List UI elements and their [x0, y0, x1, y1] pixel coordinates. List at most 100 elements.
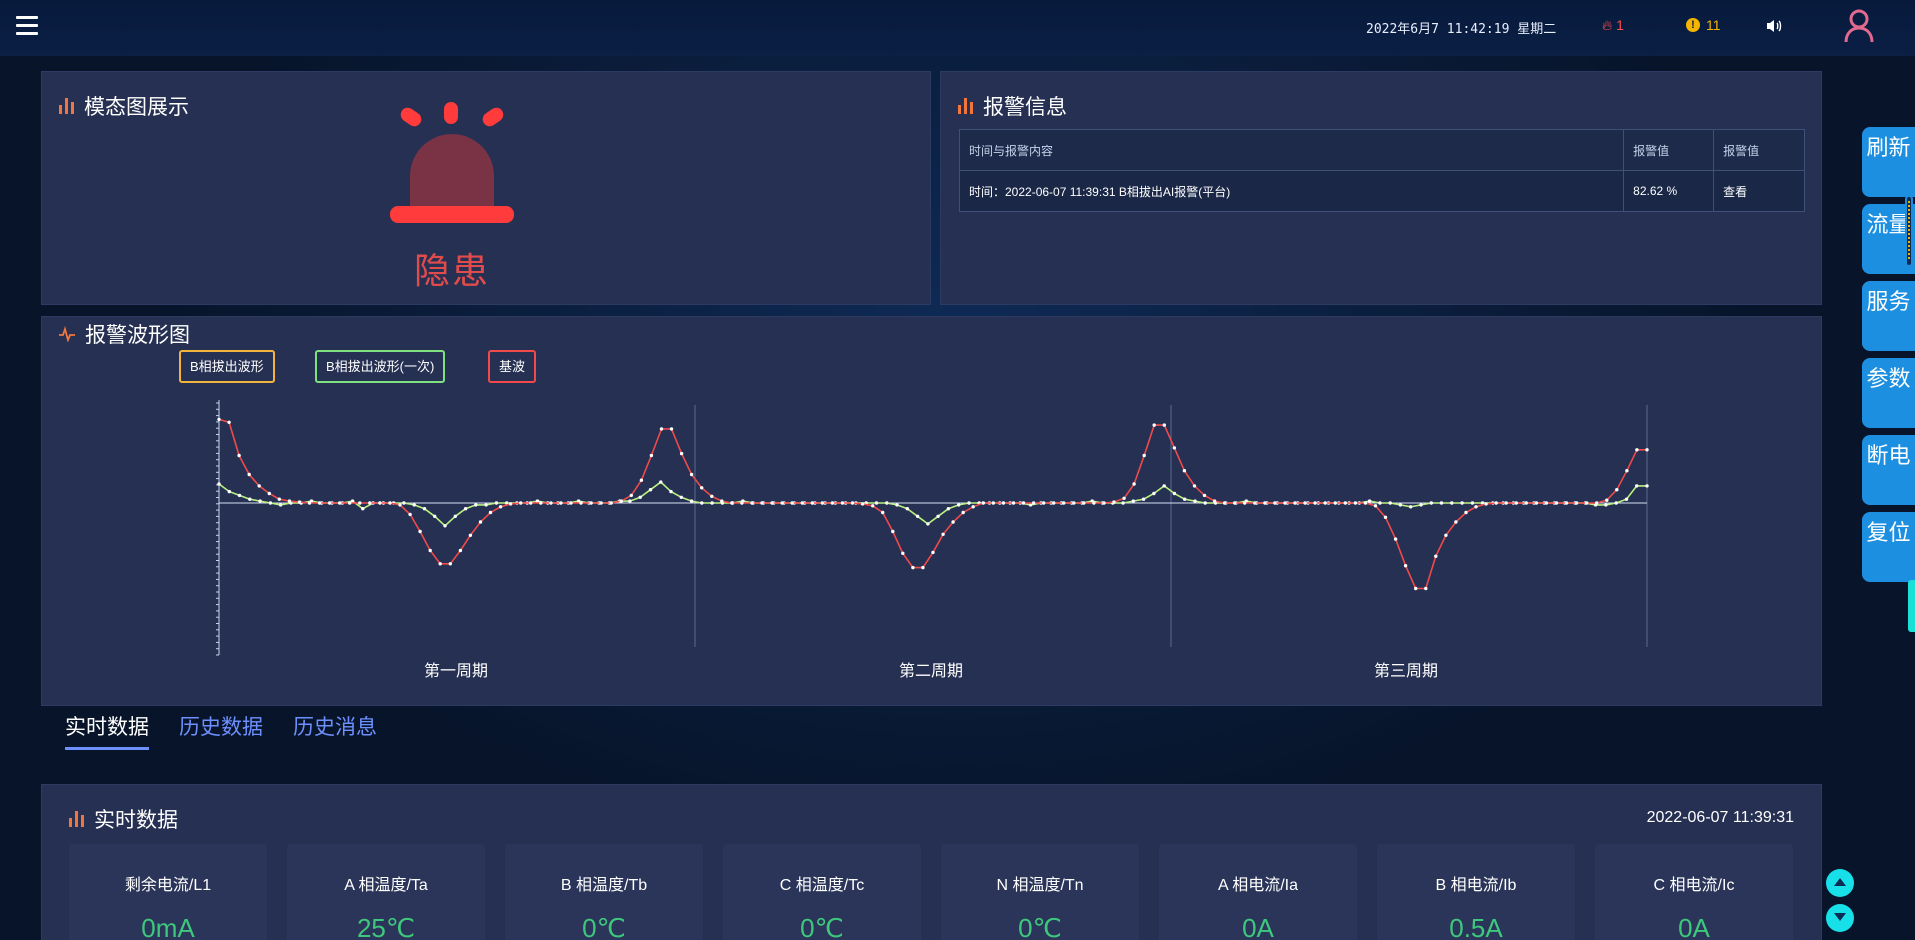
data-point — [217, 482, 221, 486]
view-link[interactable]: 查看 — [1713, 170, 1805, 212]
data-point — [901, 551, 905, 555]
data-point — [1102, 501, 1106, 505]
data-point — [850, 501, 855, 505]
data-point — [1398, 503, 1403, 507]
metric-value: 0.5A — [1449, 913, 1503, 940]
metric-value: 25℃ — [356, 913, 416, 940]
data-point — [327, 501, 332, 505]
metric-card: A 相温度/Ta 25℃ — [287, 844, 485, 940]
metric-value: 0℃ — [1018, 913, 1062, 940]
data-point — [921, 565, 925, 570]
data-point — [891, 529, 895, 534]
data-point — [750, 501, 754, 505]
params-button[interactable]: 参数 — [1862, 358, 1915, 428]
data-point — [1383, 515, 1388, 519]
data-point — [443, 524, 447, 528]
warn-count: 11 — [1706, 17, 1721, 33]
data-point — [1011, 501, 1016, 505]
scroll-down-button[interactable] — [1826, 904, 1854, 932]
data-point — [1564, 501, 1569, 505]
data-point — [1041, 501, 1046, 505]
alarm-value: 82.62 % — [1623, 170, 1715, 212]
data-point — [1450, 501, 1454, 505]
data-point — [428, 548, 432, 553]
modal-panel: 模态图展示 隐患 — [41, 71, 931, 305]
user-icon[interactable] — [1843, 9, 1875, 48]
data-point — [348, 501, 352, 505]
data-point — [418, 529, 422, 534]
warning-counter[interactable]: ! 11 — [1686, 17, 1721, 33]
data-point — [1393, 537, 1398, 541]
realtime-panel-title: 实时数据 — [69, 804, 178, 834]
data-point — [1121, 501, 1125, 505]
data-point — [628, 499, 632, 503]
data-point — [669, 427, 674, 431]
data-point — [649, 453, 654, 458]
metric-label: B 相温度/Tb — [560, 877, 648, 894]
data-point — [1363, 501, 1368, 505]
tab-history-messages[interactable]: 历史消息 — [293, 711, 377, 750]
data-point — [760, 501, 764, 505]
data-point — [1645, 484, 1649, 488]
data-point — [1243, 501, 1247, 505]
data-point — [1409, 505, 1413, 509]
metric-card: 剩余电流/L1 0mA — [69, 844, 267, 940]
data-point — [1313, 501, 1317, 505]
data-point — [1122, 496, 1126, 500]
header-value: 报警值 — [1623, 129, 1715, 171]
data-point — [1484, 502, 1488, 506]
side-scroll-indicator[interactable] — [1905, 195, 1913, 267]
data-point — [951, 520, 955, 524]
data-point — [971, 505, 975, 509]
metric-card: C 相电流/Ic 0A — [1595, 844, 1793, 940]
reset-button[interactable]: 复位 — [1862, 512, 1915, 582]
data-point — [458, 548, 463, 553]
data-point — [1183, 497, 1187, 501]
header-datetime: 2022年6月7 11:42:19 星期二 — [1366, 22, 1557, 37]
metric-label: B 相电流/Ib — [1435, 877, 1517, 894]
metric-label: C 相电流/Ic — [1653, 877, 1735, 894]
data-point — [820, 501, 825, 505]
data-point — [1172, 491, 1177, 496]
metric-label: A 相温度/Ta — [344, 877, 428, 894]
data-point — [237, 493, 242, 498]
data-point — [1625, 469, 1629, 473]
header-value-2: 报警值 — [1713, 129, 1805, 171]
fire-alarm-counter[interactable]: 🔥︎ 1 — [1602, 17, 1624, 34]
data-point — [358, 501, 362, 505]
data-point — [1615, 488, 1619, 492]
tab-history[interactable]: 历史数据 — [179, 711, 263, 750]
header-content: 时间与报警内容 — [958, 129, 1625, 171]
data-point — [1474, 505, 1478, 509]
power-off-button[interactable]: 断电 — [1862, 435, 1915, 505]
tab-realtime[interactable]: 实时数据 — [65, 711, 149, 750]
metric-card: B 相电流/Ib 0.5A — [1377, 844, 1575, 940]
speaker-icon[interactable] — [1766, 18, 1782, 39]
data-point — [885, 501, 889, 505]
data-point — [1182, 469, 1187, 473]
data-point — [1614, 501, 1618, 505]
data-point — [1624, 497, 1629, 501]
data-point — [800, 501, 804, 505]
data-point — [579, 501, 583, 505]
data-point — [278, 503, 283, 507]
data-point — [981, 501, 985, 505]
data-point — [609, 501, 613, 505]
data-point — [638, 495, 642, 499]
data-point — [468, 533, 473, 537]
service-button[interactable]: 服务 — [1862, 281, 1915, 351]
metric-value: 0A — [1242, 913, 1274, 940]
hamburger-icon[interactable] — [16, 16, 38, 36]
data-point — [1142, 453, 1146, 458]
alarm-panel: 报警信息 时间与报警内容 报警值 报警值 时间：2022-06-07 11:39… — [940, 71, 1822, 305]
wave-panel: 报警波形图 B相拔出波形 B相拔出波形(一次) 基波 第一周期 第二周期 第三周… — [41, 316, 1822, 706]
scroll-up-button[interactable] — [1826, 869, 1854, 897]
data-point — [905, 507, 909, 511]
data-point — [936, 514, 940, 518]
metric-label: 剩余电流/L1 — [124, 877, 212, 894]
data-point — [508, 502, 513, 506]
series-line — [218, 481, 1647, 527]
side-tab-handle[interactable] — [1908, 580, 1915, 632]
data-point — [433, 514, 437, 518]
refresh-button[interactable]: 刷新 — [1862, 127, 1915, 197]
